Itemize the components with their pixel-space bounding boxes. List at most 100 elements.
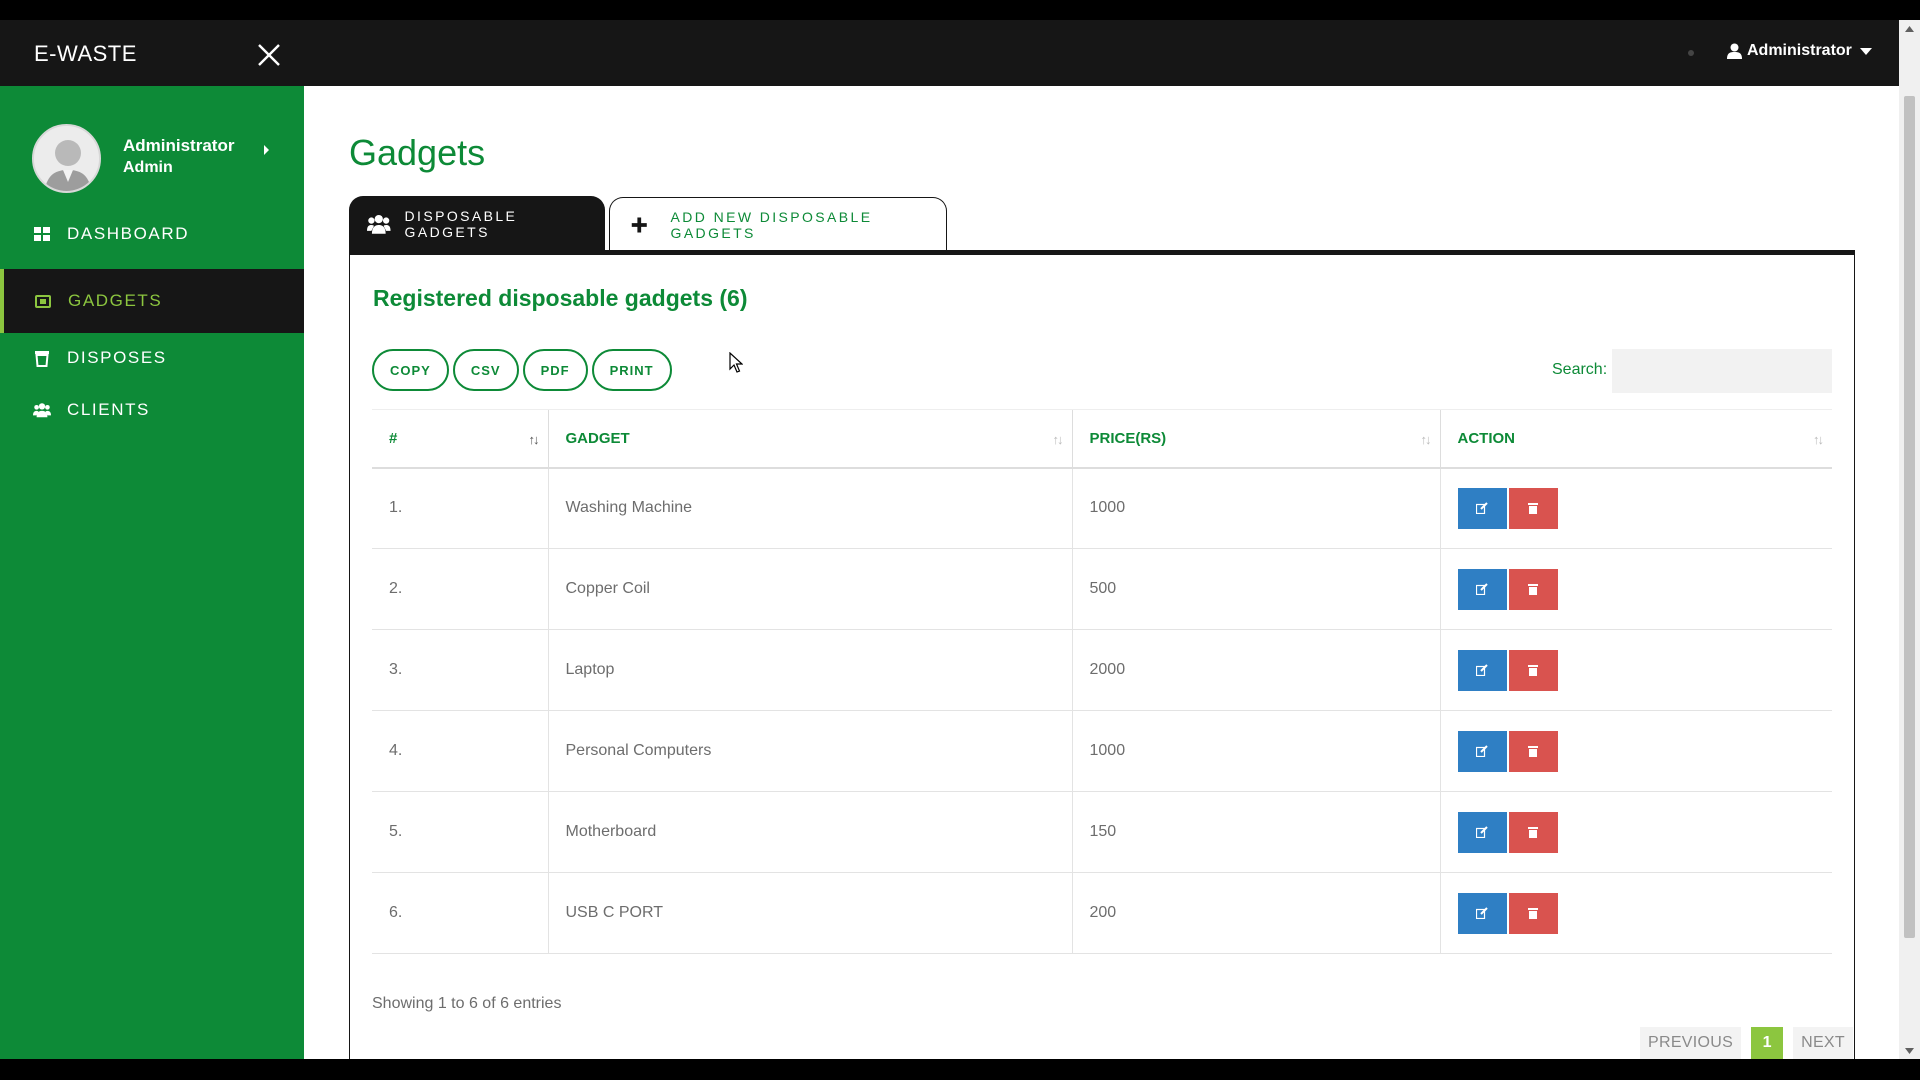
top-navbar: E-WASTE Administrator [0, 20, 1899, 86]
row-actions [1439, 629, 1832, 711]
scroll-up-icon [1905, 25, 1914, 32]
sidebar-item-label: CLIENTS [67, 400, 150, 419]
search-input[interactable] [1612, 349, 1832, 393]
sort-icon: ↑↓ [528, 432, 540, 447]
edit-icon [1476, 502, 1488, 515]
profile-name: Administrator [123, 136, 235, 155]
table-row: 6. USB C PORT 200 [372, 872, 1832, 954]
mouse-cursor-icon [729, 352, 743, 373]
previous-page-button[interactable]: PREVIOUS [1640, 1027, 1742, 1059]
sidebar-item-label: DASHBOARD [67, 224, 190, 243]
users-icon [367, 214, 391, 234]
next-page-button[interactable]: NEXT [1793, 1027, 1853, 1059]
delete-button[interactable] [1508, 649, 1558, 691]
row-number: 3. [372, 629, 548, 711]
sidebar-item-label: DISPOSES [67, 348, 167, 367]
gadget-price: 500 [1071, 548, 1440, 630]
edit-button[interactable] [1457, 892, 1507, 934]
column-header-gadget[interactable]: GADGET ↑↓ [547, 409, 1072, 469]
gadget-price: 200 [1071, 872, 1440, 954]
table-info: Showing 1 to 6 of 6 entries [372, 995, 562, 1012]
close-icon [258, 44, 280, 66]
sort-icon: ↑↓ [1052, 432, 1064, 447]
gadget-name: Copper Coil [547, 548, 1072, 630]
tab-add-new-disposable-gadgets[interactable]: ADD NEW DISPOSABLE GADGETS [609, 197, 947, 252]
page-1-button[interactable]: 1 [1751, 1027, 1784, 1059]
tab-label: DISPOSABLE GADGETS [404, 208, 518, 240]
pdf-button[interactable]: PDF [522, 349, 588, 391]
sort-icon: ↑↓ [1813, 432, 1824, 447]
edit-icon [1476, 826, 1488, 838]
row-number: 6. [372, 872, 548, 954]
edit-icon [1476, 583, 1488, 595]
column-header-action[interactable]: ACTION ↑↓ [1439, 409, 1832, 469]
edit-button[interactable] [1457, 811, 1507, 853]
brand-block: E-WASTE [0, 20, 236, 86]
user-dropdown-label: Administrator [1747, 42, 1852, 59]
gadgets-panel: Registered disposable gadgets (6) COPY C… [349, 250, 1855, 1059]
delete-button[interactable] [1508, 892, 1558, 934]
column-header-price[interactable]: PRICE(RS) ↑↓ [1071, 409, 1440, 469]
app-window: E-WASTE Administrator Administrator Admi… [0, 20, 1899, 1059]
row-actions [1439, 872, 1832, 954]
row-actions [1439, 791, 1832, 873]
plus-icon [631, 217, 647, 233]
gadget-price: 1000 [1071, 467, 1440, 549]
row-number: 1. [372, 467, 548, 549]
sidebar: Administrator Admin DASHBOARD GADGETS DI… [0, 86, 304, 1059]
gadget-name: USB C PORT [547, 872, 1072, 954]
dashboard-icon [34, 227, 50, 241]
csv-button[interactable]: CSV [452, 349, 519, 391]
sidebar-item-gadgets[interactable]: GADGETS [0, 269, 304, 333]
screen-top-border [0, 0, 1920, 20]
sidebar-item-label: GADGETS [68, 291, 163, 310]
gadget-price: 1000 [1071, 710, 1440, 792]
vertical-scrollbar[interactable] [1899, 20, 1920, 1059]
edit-button[interactable] [1457, 487, 1507, 529]
row-actions [1439, 710, 1832, 792]
screen-bottom-border [0, 1059, 1920, 1080]
gadget-price: 150 [1071, 791, 1440, 873]
export-buttons: COPY CSV PDF PRINT [372, 349, 672, 391]
column-header-label: PRICE(RS) [1089, 429, 1167, 447]
gadget-icon [35, 295, 51, 308]
user-dropdown[interactable]: Administrator [1727, 42, 1872, 60]
chevron-right-icon[interactable] [264, 145, 269, 155]
row-actions [1439, 548, 1832, 630]
delete-button[interactable] [1508, 568, 1558, 610]
gadgets-table: # ↑↓ GADGET ↑↓ PRICE(RS) ↑↓ ACTION ↑↓ 1. Was… [372, 409, 1832, 954]
edit-button[interactable] [1457, 649, 1507, 691]
close-sidebar-button[interactable] [256, 42, 282, 68]
edit-icon [1476, 664, 1488, 676]
sidebar-item-clients[interactable]: CLIENTS [0, 378, 304, 442]
row-number: 4. [372, 710, 548, 792]
print-button[interactable]: PRINT [591, 349, 672, 391]
trash-icon [1528, 584, 1538, 595]
trash-icon [1528, 665, 1538, 676]
copy-button[interactable]: COPY [372, 349, 449, 391]
table-row: 4. Personal Computers 1000 [372, 710, 1832, 792]
page-title: Gadgets [349, 132, 486, 173]
edit-button[interactable] [1457, 730, 1507, 772]
scroll-up-button[interactable] [1899, 20, 1920, 37]
edit-icon [1476, 745, 1488, 757]
sidebar-item-dashboard[interactable]: DASHBOARD [0, 202, 304, 266]
user-profile: Administrator Admin [32, 124, 292, 193]
delete-button[interactable] [1508, 487, 1558, 529]
column-header-number[interactable]: # ↑↓ [372, 409, 548, 469]
table-row: 2. Copper Coil 500 [372, 548, 1832, 630]
delete-button[interactable] [1508, 730, 1558, 772]
edit-button[interactable] [1457, 568, 1507, 610]
column-header-label: GADGET [565, 429, 630, 447]
gadget-name: Personal Computers [547, 710, 1072, 792]
scroll-down-button[interactable] [1899, 1042, 1920, 1059]
table-header-row: # ↑↓ GADGET ↑↓ PRICE(RS) ↑↓ ACTION ↑↓ [372, 409, 1832, 469]
brand-title: E-WASTE [34, 41, 137, 66]
pagination: PREVIOUS 1 NEXT [1640, 1027, 1853, 1059]
sort-icon: ↑↓ [1420, 432, 1432, 447]
tab-disposable-gadgets[interactable]: DISPOSABLE GADGETS [349, 196, 605, 252]
delete-button[interactable] [1508, 811, 1558, 853]
users-icon [33, 403, 51, 418]
trash-icon [1528, 746, 1538, 757]
scrollbar-thumb[interactable] [1904, 96, 1915, 938]
